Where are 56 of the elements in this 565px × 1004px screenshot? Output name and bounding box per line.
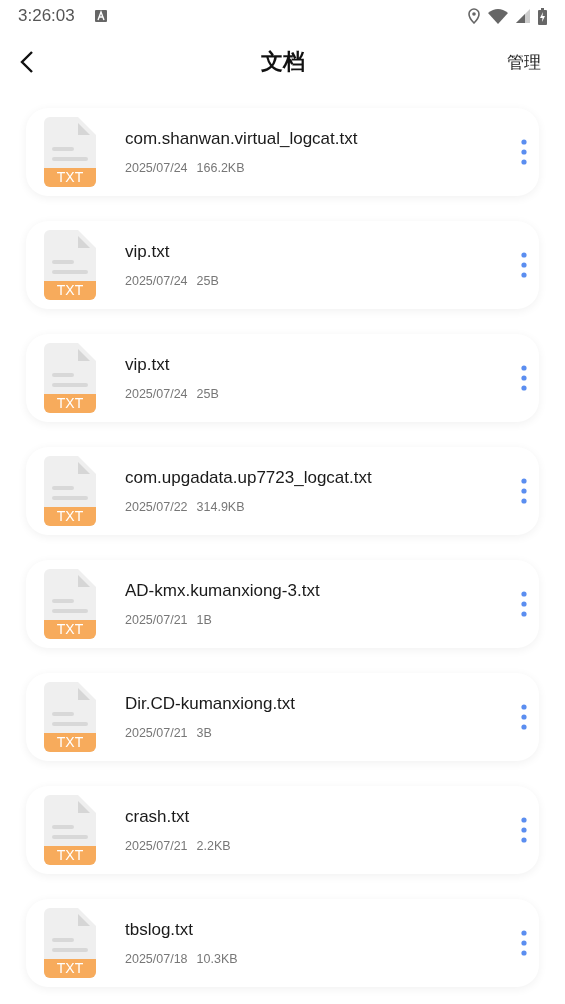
file-card[interactable]: TXT vip.txt 2025/07/24 25B [26, 221, 539, 309]
file-date: 2025/07/18 [125, 952, 188, 966]
file-name: vip.txt [125, 242, 171, 262]
more-icon[interactable] [521, 817, 527, 843]
file-size: 314.9KB [196, 500, 245, 514]
file-type-label: TXT [44, 846, 96, 865]
file-date: 2025/07/24 [125, 161, 188, 175]
file-name: com.upgadata.up7723_logcat.txt [125, 468, 373, 488]
file-size: 25B [196, 387, 219, 401]
file-name: vip.txt [125, 355, 171, 375]
file-name: tbslog.txt [125, 920, 195, 940]
signal-icon [516, 9, 530, 23]
more-icon[interactable] [521, 930, 527, 956]
more-icon[interactable] [521, 139, 527, 165]
file-date: 2025/07/21 [125, 726, 188, 740]
file-card[interactable]: TXT AD-kmx.kumanxiong-3.txt 2025/07/21 1B [26, 560, 539, 648]
file-card[interactable]: TXT tbslog.txt 2025/07/18 10.3KB [26, 899, 539, 987]
file-card[interactable]: TXT crash.txt 2025/07/21 2.2KB [26, 786, 539, 874]
file-type-label: TXT [44, 733, 96, 752]
file-date: 2025/07/22 [125, 500, 188, 514]
file-size: 166.2KB [196, 161, 245, 175]
file-size: 2.2KB [196, 839, 231, 853]
file-name: com.shanwan.virtual_logcat.txt [125, 129, 359, 149]
file-card[interactable]: TXT com.shanwan.virtual_logcat.txt 2025/07/24 166.2KB [26, 108, 539, 196]
more-icon[interactable] [521, 365, 527, 391]
file-type-label: TXT [44, 168, 96, 187]
wifi-icon [488, 8, 508, 24]
file-size: 3B [196, 726, 212, 740]
file-type-label: TXT [44, 394, 96, 413]
more-icon[interactable] [521, 591, 527, 617]
notification-icon [94, 10, 107, 22]
file-size: 10.3KB [196, 952, 238, 966]
location-icon [468, 8, 480, 24]
page-title: 文档 [260, 48, 305, 76]
file-type-label: TXT [44, 281, 96, 300]
file-size: 25B [196, 274, 219, 288]
file-date: 2025/07/24 [125, 387, 188, 401]
file-type-label: TXT [44, 959, 96, 978]
file-date: 2025/07/21 [125, 613, 188, 627]
more-icon[interactable] [521, 704, 527, 730]
file-name: AD-kmx.kumanxiong-3.txt [125, 581, 321, 601]
file-type-label: TXT [44, 620, 96, 639]
file-size: 1B [196, 613, 212, 627]
manage-button[interactable]: 管理 [507, 50, 541, 74]
file-date: 2025/07/24 [125, 274, 188, 288]
file-name: crash.txt [125, 807, 191, 827]
file-name: Dir.CD-kumanxiong.txt [125, 694, 297, 714]
status-time: 3:26:03 [18, 6, 75, 26]
file-type-label: TXT [44, 507, 96, 526]
battery-icon [538, 7, 547, 25]
file-card[interactable]: TXT vip.txt 2025/07/24 25B [26, 334, 539, 422]
file-card[interactable]: TXT Dir.CD-kumanxiong.txt 2025/07/21 3B [26, 673, 539, 761]
more-icon[interactable] [521, 478, 527, 504]
file-date: 2025/07/21 [125, 839, 188, 853]
more-icon[interactable] [521, 252, 527, 278]
file-card[interactable]: TXT com.upgadata.up7723_logcat.txt 2025/07/22 314.9KB [26, 447, 539, 535]
